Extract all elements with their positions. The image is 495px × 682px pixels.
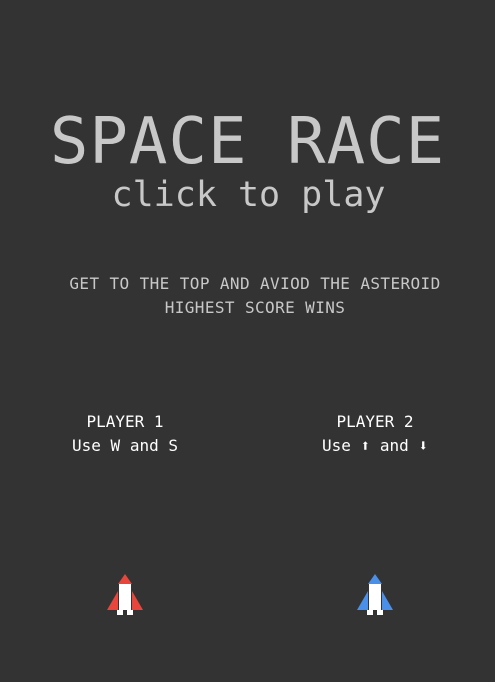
player-2-info: PLAYER 2 Use ⬆ and ⬇ xyxy=(275,410,475,458)
ship-exhaust-left xyxy=(117,610,123,615)
ship-exhaust-right xyxy=(127,610,133,615)
player-2-controls: Use ⬆ and ⬇ xyxy=(322,436,428,455)
game-canvas[interactable]: SPACE RACE click to play GET TO THE TOP … xyxy=(0,0,495,682)
ship-body xyxy=(119,584,131,610)
ship-right-wing xyxy=(382,591,393,610)
player-1-controls: Use W and S xyxy=(72,436,178,455)
ship-right-wing xyxy=(132,591,143,610)
game-title: SPACE RACE xyxy=(49,105,446,179)
player-1-info: PLAYER 1 Use W and S xyxy=(25,410,225,458)
click-to-play-prompt[interactable]: click to play xyxy=(0,174,495,216)
ship-exhaust-right xyxy=(377,610,383,615)
ship-nose xyxy=(118,574,132,584)
ship-left-wing xyxy=(357,591,368,610)
player-2-label: PLAYER 2 xyxy=(336,412,414,431)
player-1-label: PLAYER 1 xyxy=(86,412,164,431)
instruction-line: GET TO THE TOP AND AVIOD THE ASTEROID xyxy=(69,274,441,293)
instruction-line: HIGHEST SCORE WINS xyxy=(164,298,346,317)
player-1-ship-icon xyxy=(107,574,143,615)
ship-body xyxy=(369,584,381,610)
ship-left-wing xyxy=(107,591,118,610)
ship-exhaust-left xyxy=(367,610,373,615)
instructions: GET TO THE TOP AND AVIOD THE ASTEROID HI… xyxy=(0,272,495,320)
player-2-ship-icon xyxy=(357,574,393,615)
ship-nose xyxy=(368,574,382,584)
